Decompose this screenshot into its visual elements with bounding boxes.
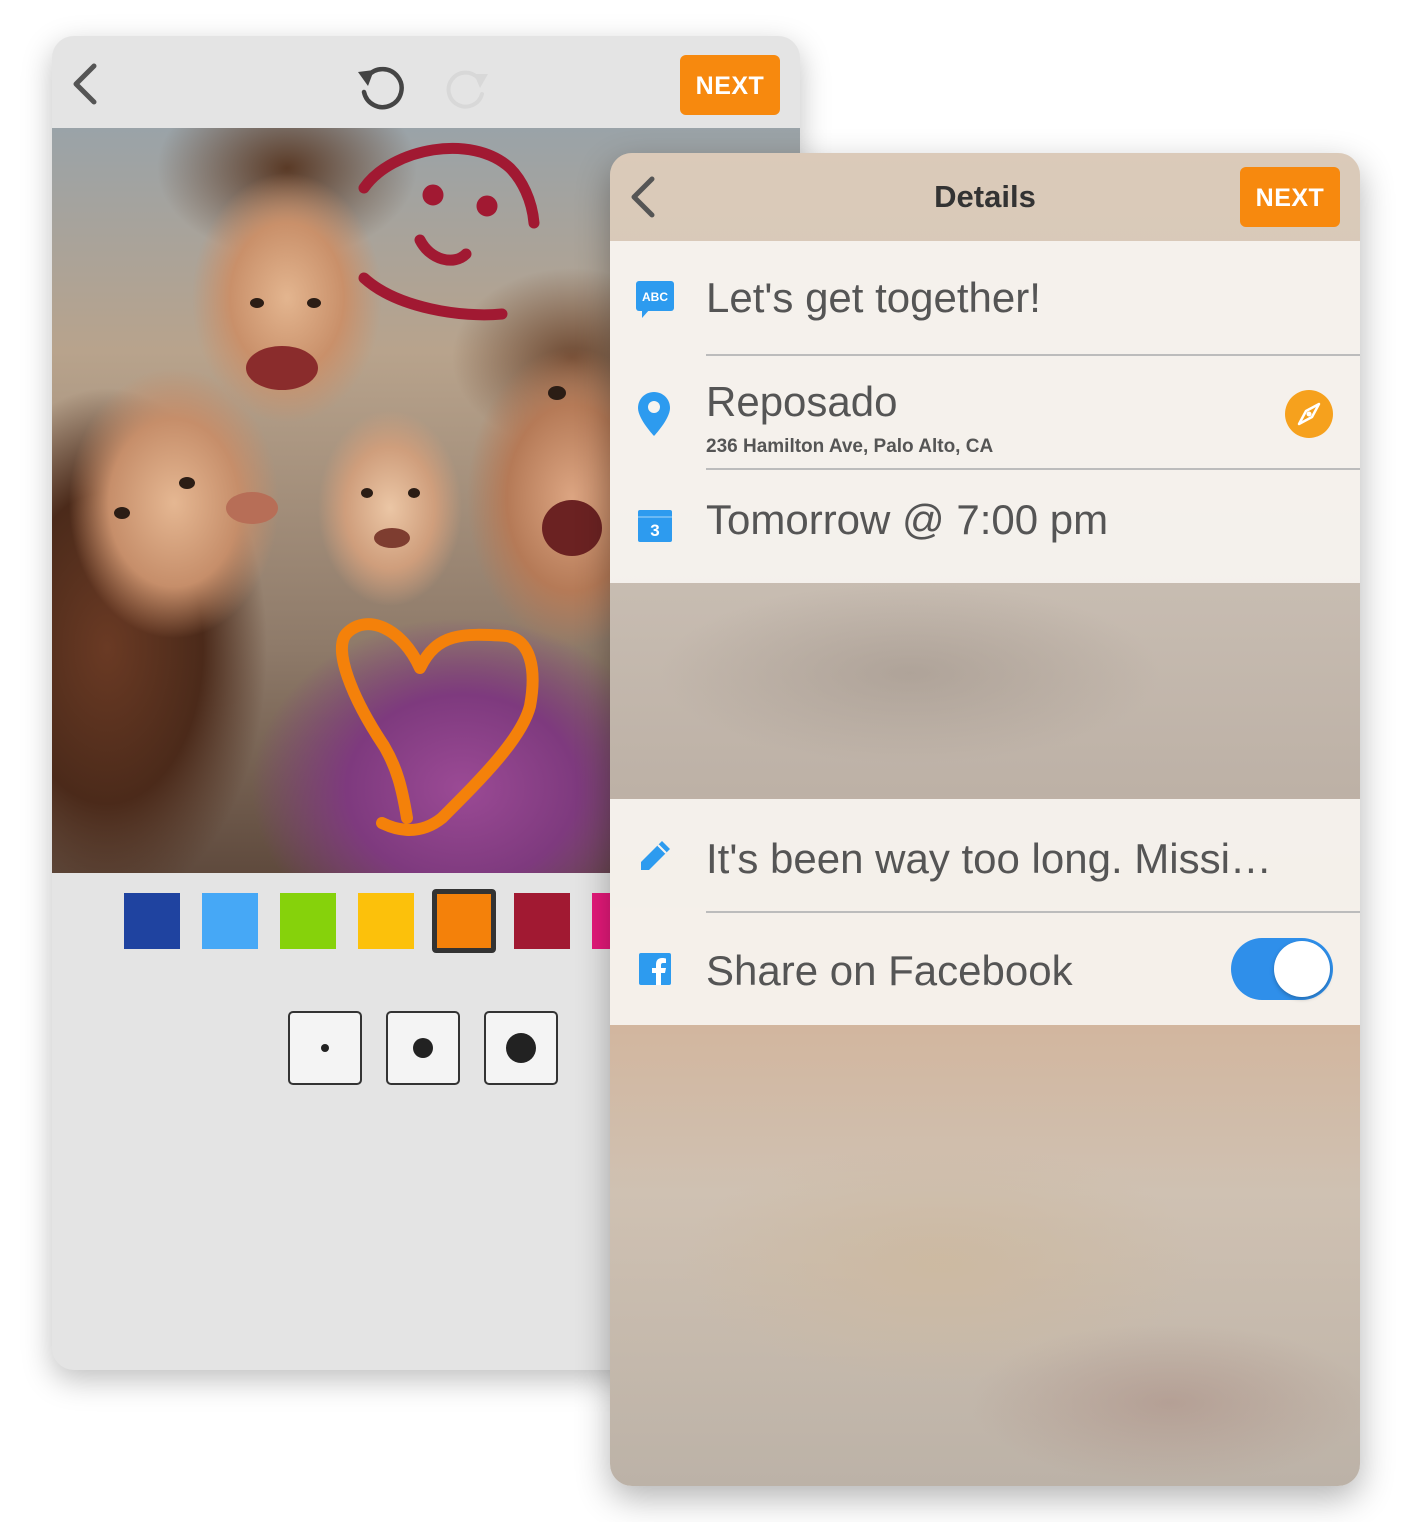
- share-label-text: Share on Facebook: [706, 947, 1073, 994]
- brush-size-small[interactable]: [288, 1011, 362, 1085]
- toggle-knob: [1274, 941, 1330, 997]
- datetime-text: Tomorrow @ 7:00 pm: [706, 496, 1109, 543]
- medium-dot-icon: [413, 1038, 433, 1058]
- brush-size-picker: [288, 1011, 568, 1089]
- location-row[interactable]: Reposado 236 Hamilton Ave, Palo Alto, CA: [610, 356, 1360, 468]
- redo-icon[interactable]: [444, 64, 492, 110]
- details-top-bar: Details NEXT: [610, 153, 1360, 241]
- locate-button[interactable]: [1285, 390, 1333, 438]
- text-bubble-icon: ABC: [636, 281, 674, 318]
- next-button[interactable]: NEXT: [1240, 167, 1340, 227]
- brush-size-medium[interactable]: [386, 1011, 460, 1085]
- location-pin-icon: [638, 392, 670, 436]
- message-share-card: It's been way too long. Missi… Share on …: [610, 799, 1360, 1025]
- color-swatch-green[interactable]: [280, 893, 336, 949]
- details-screen: Details NEXT ABC Let's get together! Rep…: [610, 153, 1360, 1486]
- share-facebook-row: Share on Facebook: [610, 913, 1360, 1025]
- location-name-text: Reposado: [706, 378, 898, 425]
- datetime-row[interactable]: 3 Tomorrow @ 7:00 pm: [610, 470, 1360, 583]
- undo-icon[interactable]: [354, 60, 408, 110]
- event-title-text: Let's get together!: [706, 274, 1041, 321]
- color-swatch-yellow[interactable]: [358, 893, 414, 949]
- message-row[interactable]: It's been way too long. Missi…: [610, 799, 1360, 911]
- brush-size-large[interactable]: [484, 1011, 558, 1085]
- back-chevron-icon[interactable]: [68, 62, 104, 106]
- color-swatch-orange[interactable]: [432, 889, 496, 953]
- pencil-icon: [641, 841, 670, 870]
- calendar-day-text: 3: [650, 521, 659, 540]
- abc-icon-text: ABC: [642, 290, 668, 304]
- location-address-text: 236 Hamilton Ave, Palo Alto, CA: [706, 436, 994, 457]
- smiley-drawing: [358, 142, 540, 321]
- facebook-icon: [639, 953, 671, 985]
- small-dot-icon: [321, 1044, 329, 1052]
- event-info-card: ABC Let's get together! Reposado 236 Ham…: [610, 241, 1360, 583]
- compass-icon: [1297, 402, 1321, 426]
- event-title-row[interactable]: ABC Let's get together!: [610, 241, 1360, 355]
- share-facebook-toggle[interactable]: [1231, 938, 1333, 1000]
- eye-details: [114, 298, 602, 556]
- message-text: It's been way too long. Missi…: [706, 835, 1272, 882]
- large-dot-icon: [506, 1033, 536, 1063]
- next-button[interactable]: NEXT: [680, 55, 780, 115]
- heart-drawing: [335, 618, 539, 836]
- color-swatch-light-blue[interactable]: [202, 893, 258, 949]
- color-swatch-dark-blue[interactable]: [124, 893, 180, 949]
- color-swatch-crimson[interactable]: [514, 893, 570, 949]
- calendar-icon: 3: [638, 510, 672, 542]
- editor-top-bar: NEXT: [52, 36, 800, 128]
